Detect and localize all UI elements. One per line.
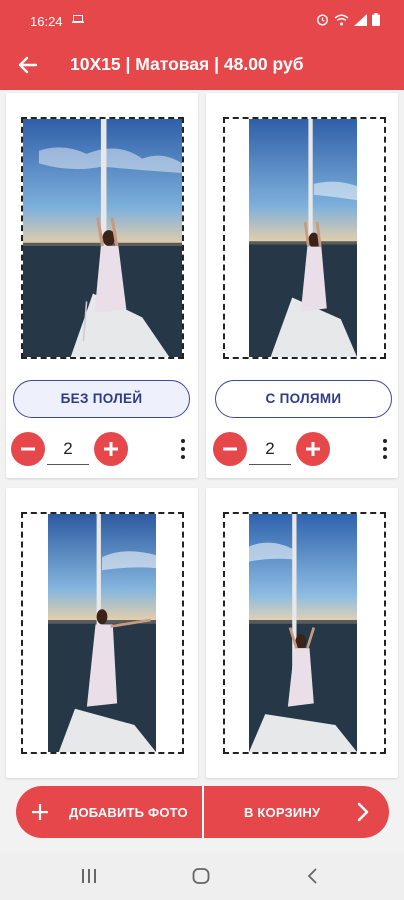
more-options-icon[interactable] bbox=[176, 435, 190, 465]
page-title: 10X15 | Матовая | 48.00 руб bbox=[70, 54, 304, 74]
plus-icon bbox=[104, 442, 118, 456]
add-photo-button[interactable]: ДОБАВИТЬ ФОТО bbox=[16, 786, 202, 838]
increase-quantity-button[interactable] bbox=[296, 432, 330, 466]
photo-image[interactable] bbox=[249, 514, 357, 752]
chevron-right-icon bbox=[357, 802, 369, 822]
photo-image[interactable] bbox=[48, 514, 156, 752]
laptop-icon bbox=[72, 15, 84, 23]
recent-apps-icon[interactable] bbox=[80, 868, 98, 884]
to-cart-button[interactable]: В КОРЗИНУ bbox=[204, 786, 389, 838]
decrease-quantity-button[interactable] bbox=[213, 432, 247, 466]
more-options-icon[interactable] bbox=[378, 435, 392, 465]
wifi-icon bbox=[334, 14, 349, 25]
signal-icon bbox=[354, 13, 367, 26]
photo-card bbox=[6, 488, 198, 778]
photo-card bbox=[206, 488, 398, 778]
photo-card: С ПОЛЯМИ bbox=[206, 93, 398, 478]
no-margins-button[interactable]: БЕЗ ПОЛЕЙ bbox=[13, 380, 190, 418]
photo-image[interactable] bbox=[23, 119, 182, 357]
add-photo-label: ДОБАВИТЬ ФОТО bbox=[69, 805, 188, 820]
decrease-quantity-button[interactable] bbox=[11, 432, 45, 466]
bottom-action-bar: ДОБАВИТЬ ФОТО В КОРЗИНУ bbox=[16, 786, 389, 838]
home-icon[interactable] bbox=[192, 868, 210, 884]
photo-card: БЕЗ ПОЛЕЙ bbox=[6, 93, 198, 478]
back-icon[interactable] bbox=[306, 868, 320, 884]
to-cart-label: В КОРЗИНУ bbox=[244, 805, 321, 820]
minus-icon bbox=[21, 447, 35, 451]
with-margins-button[interactable]: С ПОЛЯМИ bbox=[215, 380, 392, 418]
photo-image[interactable] bbox=[249, 119, 357, 357]
minus-icon bbox=[223, 447, 237, 451]
quantity-input[interactable] bbox=[47, 434, 89, 465]
increase-quantity-button[interactable] bbox=[94, 432, 128, 466]
plus-icon bbox=[32, 804, 48, 820]
status-time: 16:24 bbox=[30, 14, 63, 29]
plus-icon bbox=[306, 442, 320, 456]
system-nav-bar bbox=[0, 852, 404, 900]
status-bar: 16:24 bbox=[0, 0, 404, 40]
battery-icon bbox=[372, 13, 380, 26]
quantity-input[interactable] bbox=[249, 434, 291, 465]
alarm-icon bbox=[316, 14, 329, 26]
arrow-left-icon[interactable] bbox=[16, 53, 40, 77]
app-bar: 10X15 | Матовая | 48.00 руб bbox=[0, 40, 404, 90]
